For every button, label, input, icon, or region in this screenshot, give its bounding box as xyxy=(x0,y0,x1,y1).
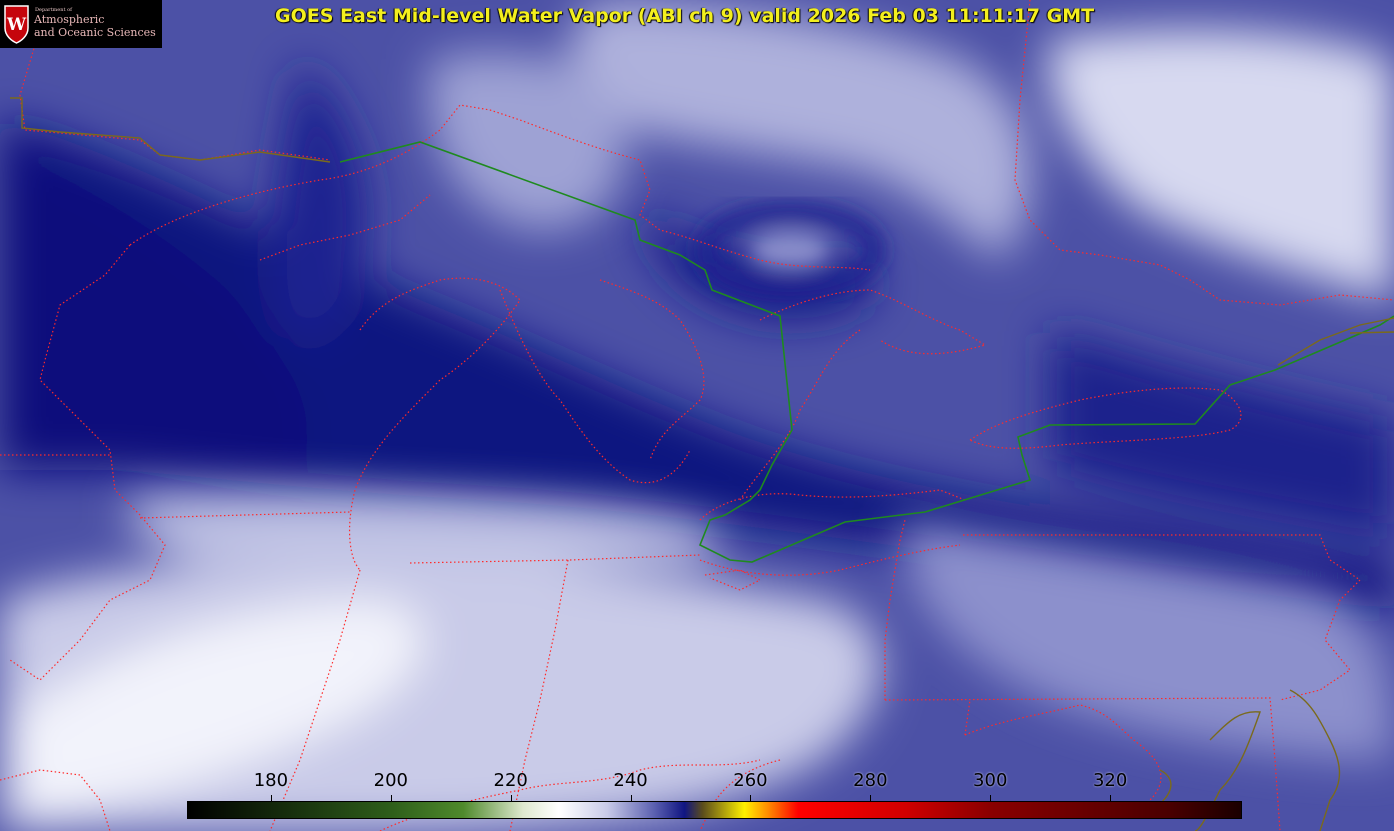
water-vapor-map-view: W Department of Atmospheric and Oceanic … xyxy=(0,0,1394,831)
uw-crest-icon: W xyxy=(4,5,29,44)
logo-line1: Atmospheric xyxy=(34,13,105,26)
crest-letter: W xyxy=(6,15,27,35)
image-title: GOES East Mid-level Water Vapor (ABI ch … xyxy=(275,5,1095,27)
aos-logo: W Department of Atmospheric and Oceanic … xyxy=(0,0,162,48)
logo-line2: and Oceanic Sciences xyxy=(34,26,156,39)
satellite-image xyxy=(0,0,1394,831)
colorbar xyxy=(187,801,1242,819)
